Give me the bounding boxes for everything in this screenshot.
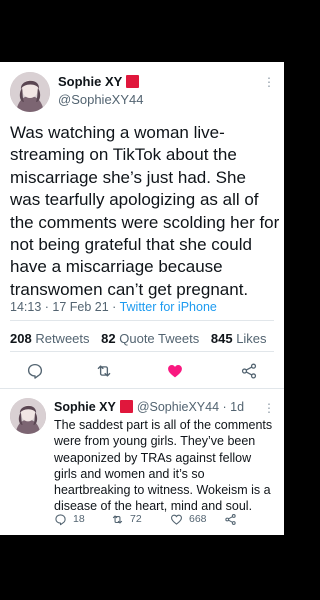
more-icon[interactable]: ⋮: [263, 402, 275, 414]
tweet-timestamp: 14:13 · 17 Feb 21 ·: [10, 300, 120, 314]
display-name[interactable]: Sophie XY: [58, 74, 140, 89]
tweet-actions: [0, 362, 284, 384]
retweet-icon[interactable]: [95, 362, 113, 380]
reply-text: The saddest part is all of the comments …: [54, 418, 273, 514]
quotes-stat[interactable]: 82 Quote Tweets: [101, 331, 199, 346]
flag-icon: [119, 400, 133, 413]
avatar-image: [10, 398, 46, 434]
quotes-label: Quote Tweets: [119, 331, 200, 346]
like-count: 668: [189, 513, 207, 525]
like-button[interactable]: 668: [170, 512, 207, 526]
likes-label: Likes: [236, 331, 267, 346]
tweet-meta: 14:13 · 17 Feb 21 · Twitter for iPhone: [10, 300, 217, 314]
reply-display-name[interactable]: Sophie XY: [54, 400, 116, 414]
retweet-icon: [112, 514, 123, 524]
tweet-card: Sophie XY @SophieXY44 ⋮ Was watching a w…: [0, 62, 284, 535]
share-button[interactable]: [224, 512, 243, 526]
reply-actions: 18 72 668: [54, 512, 274, 528]
bottom-black-bar: [0, 535, 284, 600]
tweet-text: Was watching a woman live-streaming on T…: [10, 123, 280, 299]
retweets-label: Retweets: [35, 331, 90, 346]
divider: [10, 320, 274, 321]
reply-avatar[interactable]: [10, 398, 46, 434]
reply-button[interactable]: 18: [54, 512, 85, 526]
reply-handle-time[interactable]: @SophieXY44 · 1d: [137, 400, 244, 414]
user-handle[interactable]: @SophieXY44: [58, 92, 143, 107]
like-icon[interactable]: [166, 362, 184, 380]
retweet-button[interactable]: 72: [111, 512, 142, 526]
quotes-count: 82: [101, 331, 116, 346]
flag-icon: [126, 75, 140, 88]
like-icon: [170, 514, 183, 525]
more-icon[interactable]: ⋮: [263, 76, 275, 88]
share-icon[interactable]: [240, 362, 258, 380]
avatar[interactable]: [10, 72, 50, 112]
divider: [10, 351, 274, 352]
avatar-image: [10, 72, 50, 112]
reply-header: Sophie XY @SophieXY44 · 1d: [54, 400, 244, 414]
likes-count: 845: [210, 331, 233, 346]
divider: [0, 388, 284, 389]
display-name-text[interactable]: Sophie XY: [58, 74, 122, 89]
retweet-count: 72: [130, 513, 142, 525]
tweet-stats: 208 Retweets 82 Quote Tweets 845 Likes: [10, 331, 267, 346]
share-icon: [225, 513, 236, 525]
top-black-bar: [0, 0, 284, 62]
reply-icon: [55, 513, 66, 525]
likes-stat[interactable]: 845 Likes: [211, 331, 267, 346]
retweets-count: 208: [10, 331, 32, 346]
tweet-source-link[interactable]: Twitter for iPhone: [120, 300, 217, 314]
reply-count: 18: [73, 513, 85, 525]
reply-icon[interactable]: [26, 362, 44, 380]
retweets-stat[interactable]: 208 Retweets: [10, 331, 90, 346]
